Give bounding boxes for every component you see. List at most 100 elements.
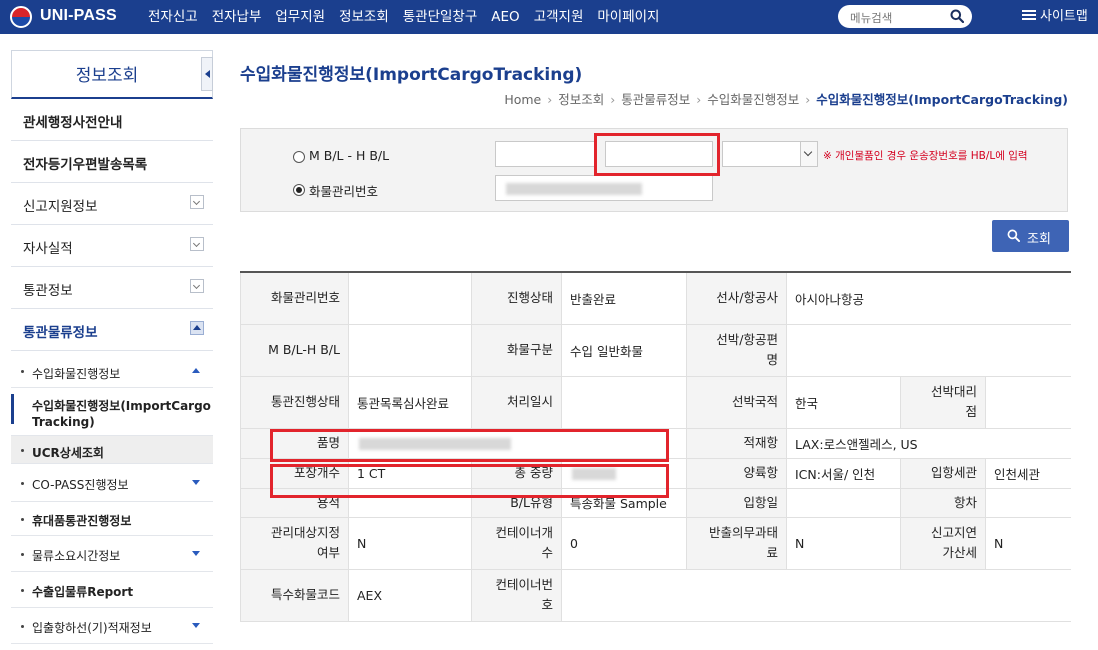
expand-chevron-icon[interactable] [190,195,204,209]
sidebar-item-customs-info[interactable]: 통관정보 [11,267,213,309]
sidebar-header: 정보조회 [11,50,213,99]
sub-item-label: CO-PASS진행정보 [32,478,129,492]
page-title: 수입화물진행정보(ImportCargoTracking) [240,65,583,85]
expand-chevron-icon[interactable] [190,279,204,293]
sidebar-item-registered-mail-list[interactable]: 전자등기우편발송목록 [11,141,213,183]
bullet-icon [21,625,24,628]
sub-item-import-cargo-progress[interactable]: 수입화물진행정보 [11,354,213,388]
nav-item-my-page[interactable]: 마이페이지 [597,0,659,34]
table-header-cell: 선사/항공사 [686,271,787,325]
menu-search-input[interactable] [848,8,948,27]
table-value-cell [984,487,1071,518]
table-header-cell: 컨테이너번호 [471,568,562,622]
sidebar-item-label: 통관물류정보 [23,325,98,341]
sub-item-co-pass[interactable]: CO-PASS진행정보 [11,464,213,502]
logo-text: UNI-PASS [40,7,117,24]
hamburger-icon [1022,10,1036,20]
sidebar-item-label: 통관정보 [23,283,73,299]
table-header-cell: 진행상태 [471,271,562,325]
sub-item-port-loading-info[interactable]: 입출항하선(기)적재정보 [11,608,213,644]
search-icon[interactable] [950,9,964,23]
table-value-cell [348,271,472,325]
sidebar-item-filing-support[interactable]: 신고지원정보 [11,183,213,225]
sub-item-ucr-detail[interactable]: UCR상세조회 [11,436,213,464]
nav-item-info-inquiry[interactable]: 정보조회 [339,0,389,34]
table-header-cell: 신고지연 가산세 [900,516,986,570]
header-line1: 반출의무과태 [708,525,778,540]
table-header-cell: 항차 [900,487,986,518]
sidebar-item-label: 관세행정사전안내 [23,115,123,131]
bullet-icon [21,482,24,485]
header-line1: 선박대리 [930,384,977,399]
expand-chevron-icon[interactable] [190,237,204,251]
table-value-cell: ICN:서울/ 인천 [786,457,901,489]
sidebar-item-label: 전자등기우편발송목록 [23,157,148,173]
sub-item-label: 입출항하선(기)적재정보 [32,621,152,635]
table-row: 관리대상지정 여부 N 컨테이너개 수 0 반출의무과태 료 N 신고지연 가산세 N [240,516,1071,570]
header-line2: 호 [541,597,553,612]
breadcrumb-current: 수입화물진행정보(ImportCargoTracking) [816,92,1068,107]
breadcrumb-logistics-info[interactable]: 통관물류정보 [621,92,690,107]
nav-item-single-window[interactable]: 통관단일창구 [403,0,478,34]
breadcrumb-separator: › [696,92,702,107]
nav-item-e-payment[interactable]: 전자납부 [212,0,262,34]
collapse-arrow-icon[interactable] [192,368,200,373]
bl-year-select[interactable] [722,141,818,167]
sidebar-item-company-performance[interactable]: 자사실적 [11,225,213,267]
table-header-cell: 선박대리 점 [900,375,986,429]
table-value-cell: 0 [561,516,687,570]
sub-item-label: UCR상세조회 [32,446,104,460]
table-value-cell: AEX [348,568,472,622]
header-line1: 컨테이너번 [495,577,553,592]
uni-pass-logo[interactable]: UNI-PASS [10,5,140,29]
breadcrumb-import-cargo-progress[interactable]: 수입화물진행정보 [707,92,799,107]
main-nav: 전자신고 전자납부 업무지원 정보조회 통관단일창구 AEO 고객지원 마이페이… [148,0,673,34]
table-value-cell: 아시아나항공 [785,271,1071,325]
expand-arrow-icon[interactable] [192,623,200,628]
nav-item-aeo[interactable]: AEO [491,0,519,34]
breadcrumb-info-inquiry[interactable]: 정보조회 [558,92,604,107]
table-value-cell: 한국 [786,375,901,429]
table-value-cell: 반출완료 [561,271,687,325]
table-value-cell: N [348,516,472,570]
table-value-cell: 수입 일반화물 [561,323,687,377]
cargo-number-input[interactable] [495,175,713,201]
breadcrumb-separator: › [547,92,553,107]
sidebar-item-label: 신고지원정보 [23,199,98,215]
table-header-cell: 반출의무과태 료 [686,516,787,570]
sub-item-logistics-time[interactable]: 물류소요시간정보 [11,536,213,572]
breadcrumb-home[interactable]: Home [504,92,541,107]
sub-item-logistics-report[interactable]: 수출입물류Report [11,572,213,608]
chevron-down-icon [800,142,817,166]
table-header-cell: 관리대상지정 여부 [240,516,349,570]
sub-item-import-cargo-tracking[interactable]: 수입화물진행정보(ImportCargo Tracking) [11,388,213,436]
table-value-cell: 인천세관 [984,457,1071,489]
query-button[interactable]: 조회 [992,220,1069,252]
customs-emblem-icon [10,6,32,28]
sub-item-baggage-clearance[interactable]: 휴대품통관진행정보 [11,502,213,536]
expand-arrow-icon[interactable] [192,480,200,485]
sidebar-item-logistics-info[interactable]: 통관물류정보 [11,309,213,351]
radio-cargo-number[interactable] [293,184,305,196]
sidebar-item-customs-advance-notice[interactable]: 관세행정사전안내 [11,99,213,141]
table-value-cell [785,323,1071,377]
radio-mbl-hbl[interactable] [293,151,305,163]
bullet-icon [21,589,24,592]
table-value-cell: LAX:로스앤젤레스, US [785,427,1071,459]
table-header-cell: 적재항 [686,427,787,459]
expand-arrow-icon[interactable] [192,551,200,556]
table-value-cell [348,323,472,377]
nav-item-customer-support[interactable]: 고객지원 [534,0,584,34]
sub-item-label: 수입화물진행정보(ImportCargo [32,399,211,413]
nav-item-e-filing[interactable]: 전자신고 [148,0,198,34]
collapse-chevron-icon[interactable] [190,321,204,335]
mbl-input[interactable] [495,141,595,167]
sidebar-collapse-toggle[interactable] [201,57,213,91]
header-line1: 관리대상지정 [270,525,340,540]
table-header-cell: 양륙항 [686,457,787,489]
query-button-label: 조회 [1027,232,1051,247]
sub-item-label: 휴대품통관진행정보 [32,514,132,528]
bullet-icon [21,370,24,373]
sitemap-button[interactable]: 사이트맵 [1022,0,1088,34]
nav-item-business-support[interactable]: 업무지원 [275,0,325,34]
